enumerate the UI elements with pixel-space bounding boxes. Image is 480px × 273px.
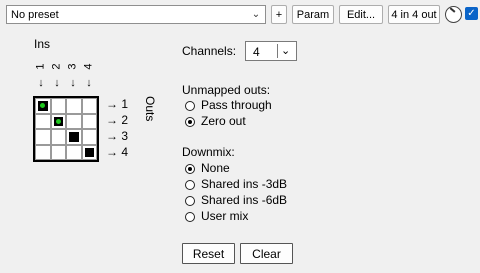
matrix-cell[interactable]	[50, 129, 66, 145]
matrix-cell[interactable]	[81, 144, 97, 160]
input-number: 3	[66, 63, 79, 70]
preset-dropdown[interactable]: No preset ⌄	[6, 5, 266, 24]
arrow-down-icon: ↓	[54, 77, 60, 89]
arrow-right-icon: →	[106, 113, 118, 127]
radio-user-mix[interactable]	[185, 212, 195, 222]
output-number: 1	[121, 97, 129, 111]
arrow-right-icon: →	[106, 145, 118, 159]
edit-button[interactable]: Edit...	[339, 5, 383, 24]
routing-matrix[interactable]	[33, 96, 99, 162]
option-label: Zero out	[201, 114, 246, 128]
outs-label: Outs	[143, 96, 157, 122]
radio-downmix-none[interactable]	[185, 164, 195, 174]
matrix-cell[interactable]	[50, 144, 66, 160]
arrow-down-icon: ↓	[70, 77, 76, 89]
arrow-down-icon: ↓	[38, 77, 44, 89]
add-preset-button[interactable]: +	[271, 5, 287, 24]
option-label: Shared ins -3dB	[201, 177, 288, 191]
matrix-cell[interactable]	[66, 129, 82, 145]
downmix-label: Downmix:	[182, 145, 235, 159]
checkmark-icon: ✓	[467, 8, 476, 19]
matrix-cell[interactable]	[66, 144, 82, 160]
arrow-right-icon: →	[106, 129, 118, 143]
matrix-cell[interactable]	[50, 113, 66, 129]
matrix-cell[interactable]	[35, 113, 51, 129]
channels-value: 4	[253, 45, 260, 59]
matrix-cell[interactable]	[66, 113, 82, 129]
reset-button[interactable]: Reset	[182, 243, 235, 264]
radio-shared-3db[interactable]	[185, 180, 195, 190]
chevron-down-icon: ⌄	[281, 45, 291, 57]
matrix-cell[interactable]	[81, 129, 97, 145]
preset-value: No preset	[11, 8, 59, 21]
channels-dropdown[interactable]: 4 ⌄	[245, 41, 297, 61]
option-label: None	[201, 161, 230, 175]
radio-zero-out[interactable]	[185, 117, 195, 127]
output-row-label: → 1	[106, 97, 128, 111]
option-label: Shared ins -6dB	[201, 193, 288, 207]
input-number: 4	[82, 63, 95, 70]
matrix-cell[interactable]	[81, 98, 97, 114]
output-number: 3	[121, 129, 129, 143]
channels-label: Channels:	[182, 44, 237, 58]
io-config-button[interactable]: 4 in 4 out	[388, 5, 440, 24]
divider	[277, 44, 278, 58]
matrix-cell[interactable]	[35, 98, 51, 114]
arrow-down-icon: ↓	[86, 77, 92, 89]
radio-shared-6db[interactable]	[185, 196, 195, 206]
matrix-cell[interactable]	[81, 113, 97, 129]
matrix-cell[interactable]	[35, 144, 51, 160]
output-number: 2	[121, 113, 129, 127]
output-number: 4	[121, 145, 129, 159]
param-button[interactable]: Param	[292, 5, 334, 24]
output-row-label: → 4	[106, 145, 128, 159]
matrix-cell[interactable]	[66, 98, 82, 114]
option-label: User mix	[201, 209, 249, 223]
input-number: 1	[34, 63, 47, 70]
chevron-down-icon: ⌄	[251, 9, 261, 20]
clear-button[interactable]: Clear	[240, 243, 293, 264]
ins-label: Ins	[34, 37, 51, 51]
bypass-checkbox[interactable]: ✓	[465, 7, 478, 20]
radio-pass-through[interactable]	[185, 101, 195, 111]
unmapped-outs-label: Unmapped outs:	[182, 83, 271, 97]
option-label: Pass through	[201, 98, 272, 112]
output-row-label: → 2	[106, 113, 128, 127]
input-number: 2	[50, 63, 63, 70]
matrix-cell[interactable]	[35, 129, 51, 145]
output-row-label: → 3	[106, 129, 128, 143]
knob-icon[interactable]	[445, 6, 462, 23]
arrow-right-icon: →	[106, 97, 118, 111]
matrix-cell[interactable]	[50, 98, 66, 114]
